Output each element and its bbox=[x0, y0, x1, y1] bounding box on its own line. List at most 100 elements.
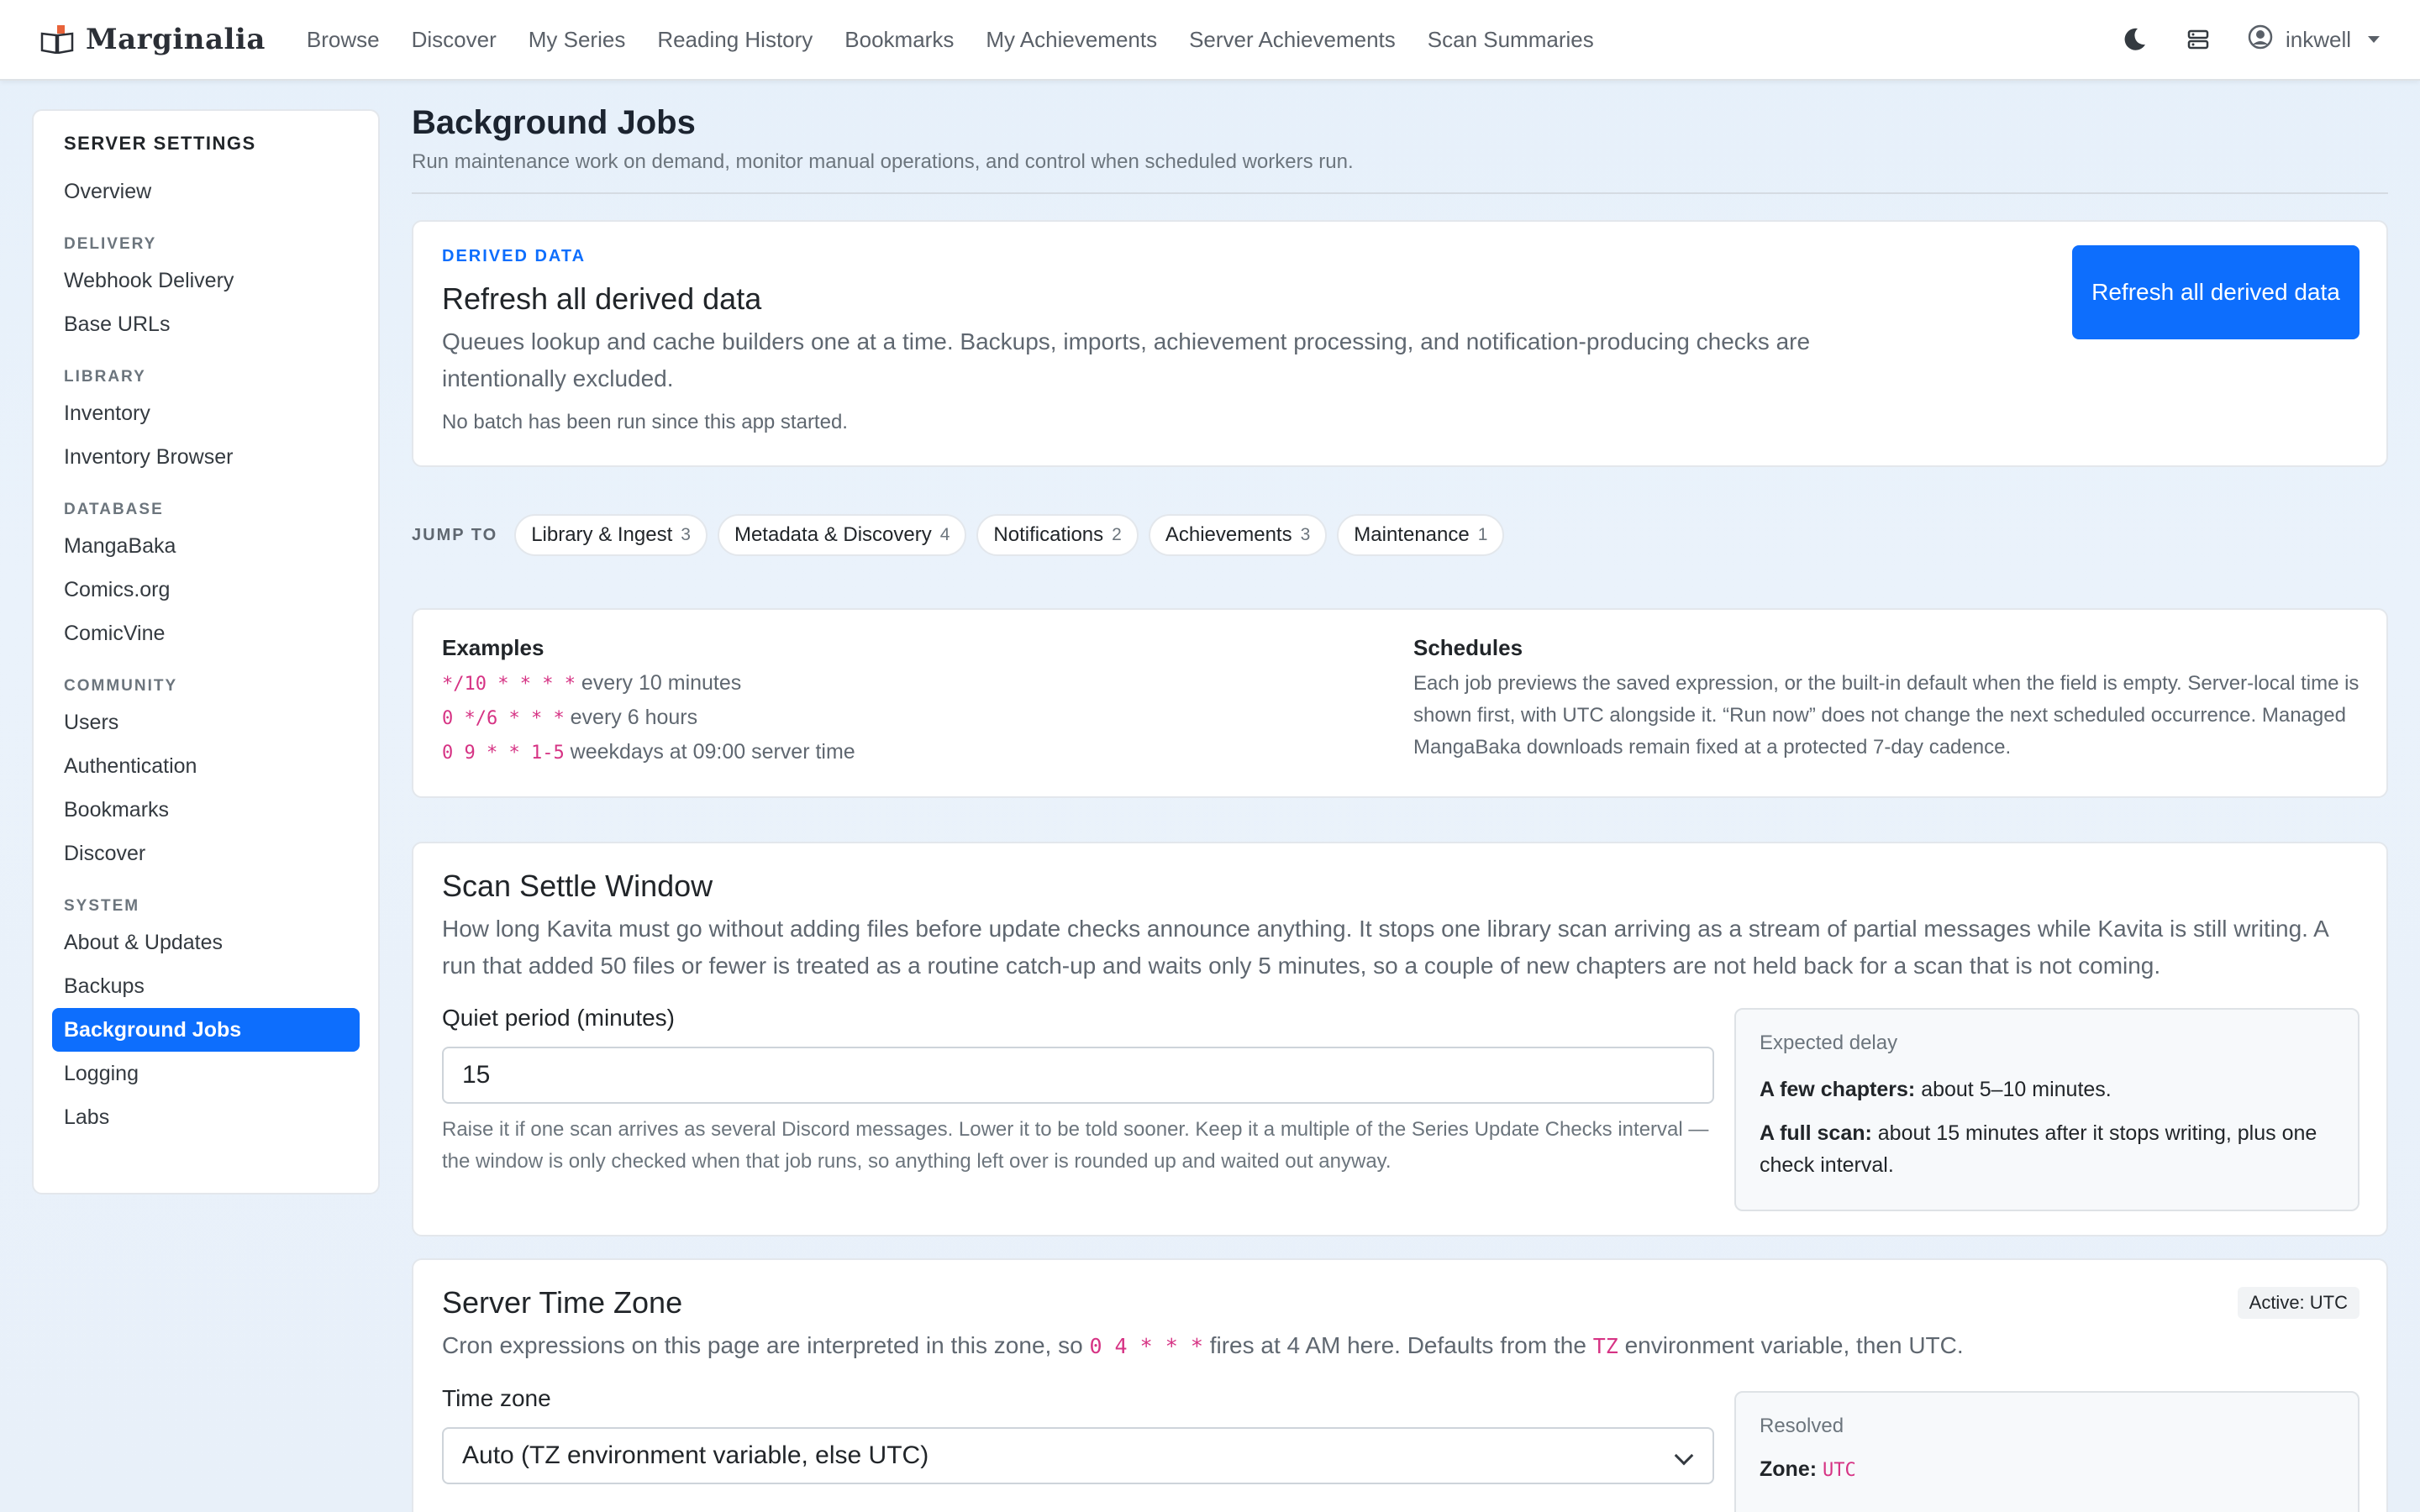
page-subtitle: Run maintenance work on demand, monitor … bbox=[412, 150, 1354, 173]
jump-label: JUMP TO bbox=[412, 525, 498, 544]
nav-reading-history[interactable]: Reading History bbox=[641, 27, 829, 53]
jump-chip-achievements[interactable]: Achievements 3 bbox=[1148, 514, 1328, 556]
sidebar-item-authentication[interactable]: Authentication bbox=[52, 744, 360, 788]
sidebar-item-backups[interactable]: Backups bbox=[52, 964, 360, 1008]
sidebar-item-inventory-browser[interactable]: Inventory Browser bbox=[52, 435, 360, 479]
derived-status: No batch has been run since this app sta… bbox=[442, 411, 848, 433]
user-circle-icon bbox=[2247, 24, 2274, 56]
jump-chip-maintenance[interactable]: Maintenance 1 bbox=[1337, 514, 1505, 556]
cron-code: 0 */6 * * * bbox=[442, 708, 565, 729]
sidebar-title: SERVER SETTINGS bbox=[64, 133, 256, 154]
chip-label: Metadata & Discovery bbox=[734, 523, 932, 546]
chip-count: 4 bbox=[939, 525, 950, 544]
sidebar-item-background-jobs[interactable]: Background Jobs bbox=[52, 1008, 360, 1052]
timezone-heading: Server Time Zone bbox=[442, 1285, 683, 1320]
cron-desc: every 6 hours bbox=[570, 706, 698, 729]
main-content: Background Jobs Run maintenance work on … bbox=[412, 104, 2388, 1512]
jump-chip-metadata-discovery[interactable]: Metadata & Discovery 4 bbox=[717, 514, 967, 556]
settle-heading: Scan Settle Window bbox=[442, 869, 713, 903]
resolved-heading: Resolved bbox=[1760, 1415, 1844, 1437]
sidebar-section-library: LIBRARY bbox=[64, 368, 146, 386]
schedules-column: Schedules Each job previews the saved ex… bbox=[1413, 635, 2363, 764]
sidebar-item-labs[interactable]: Labs bbox=[52, 1095, 360, 1139]
derived-eyebrow: DERIVED DATA bbox=[442, 247, 587, 265]
sidebar-item-logging[interactable]: Logging bbox=[52, 1052, 360, 1095]
book-logo-icon bbox=[40, 25, 74, 55]
sidebar-item-base-urls[interactable]: Base URLs bbox=[52, 302, 360, 346]
cron-help-card: Examples */10 * * * * every 10 minutes 0… bbox=[412, 608, 2388, 798]
sidebar-item-discover[interactable]: Discover bbox=[52, 832, 360, 875]
chip-label: Achievements bbox=[1165, 523, 1292, 546]
quiet-period-input[interactable]: 15 bbox=[442, 1047, 1714, 1104]
example-row: 0 9 * * 1-5 weekdays at 09:00 server tim… bbox=[442, 740, 1366, 764]
tz-desc-code: 0 4 * * * bbox=[1089, 1334, 1203, 1358]
tz-desc-text: environment variable, then UTC. bbox=[1624, 1332, 1964, 1358]
derived-heading: Refresh all derived data bbox=[442, 281, 762, 316]
settle-description: How long Kavita must go without adding f… bbox=[442, 916, 2328, 979]
nav-bookmarks[interactable]: Bookmarks bbox=[829, 27, 970, 53]
schedules-text: Each job previews the saved expression, … bbox=[1413, 672, 2360, 759]
chip-count: 2 bbox=[1112, 525, 1122, 544]
nav-server-achievements[interactable]: Server Achievements bbox=[1173, 27, 1412, 53]
chip-count: 3 bbox=[1300, 525, 1311, 544]
cron-code: 0 9 * * 1-5 bbox=[442, 743, 565, 764]
username: inkwell bbox=[2285, 26, 2351, 52]
jump-to-bar: JUMP TO Library & Ingest 3 Metadata & Dis… bbox=[412, 514, 1505, 556]
quiet-period-help: Raise it if one scan arrives as several … bbox=[442, 1118, 1709, 1173]
expected-delay-box: Expected delay A few chapters: about 5–1… bbox=[1734, 1008, 2360, 1211]
nav-scan-summaries[interactable]: Scan Summaries bbox=[1412, 27, 1610, 53]
sidebar-item-inventory[interactable]: Inventory bbox=[52, 391, 360, 435]
nav-my-series[interactable]: My Series bbox=[513, 27, 642, 53]
expected-delay-heading: Expected delay bbox=[1760, 1032, 1898, 1054]
sidebar-section-system: SYSTEM bbox=[64, 897, 140, 915]
nav-browse[interactable]: Browse bbox=[291, 27, 396, 53]
zone-value: UTC bbox=[1823, 1460, 1856, 1481]
sidebar-item-overview[interactable]: Overview bbox=[52, 170, 360, 213]
derived-data-card: DERIVED DATA Refresh all derived data Qu… bbox=[412, 220, 2388, 467]
timezone-select[interactable]: Auto (TZ environment variable, else UTC) bbox=[442, 1427, 1714, 1484]
server-icon[interactable] bbox=[2183, 24, 2213, 55]
few-chapters-text: about 5–10 minutes. bbox=[1921, 1078, 2112, 1101]
tz-env-code: TZ bbox=[1592, 1334, 1618, 1358]
chevron-down-icon bbox=[1674, 1446, 1694, 1466]
refresh-all-derived-button[interactable]: Refresh all derived data bbox=[2072, 245, 2360, 339]
cron-desc: every 10 minutes bbox=[581, 671, 742, 695]
chip-label: Notifications bbox=[993, 523, 1104, 546]
active-timezone-badge: Active: UTC bbox=[2237, 1287, 2360, 1319]
header-divider bbox=[412, 192, 2388, 194]
chip-label: Library & Ingest bbox=[531, 523, 673, 546]
page-title: Background Jobs bbox=[412, 104, 696, 141]
schedules-heading: Schedules bbox=[1413, 635, 1523, 660]
jump-chip-notifications[interactable]: Notifications 2 bbox=[976, 514, 1139, 556]
sidebar-item-comics-org[interactable]: Comics.org bbox=[52, 568, 360, 612]
example-row: 0 */6 * * * every 6 hours bbox=[442, 706, 1366, 730]
nav-my-achievements[interactable]: My Achievements bbox=[970, 27, 1173, 53]
zone-label: Zone: bbox=[1760, 1457, 1818, 1481]
sidebar-item-mangabaka[interactable]: MangaBaka bbox=[52, 524, 360, 568]
jump-chip-library-ingest[interactable]: Library & Ingest 3 bbox=[514, 514, 708, 556]
brand-name: Marginalia bbox=[86, 23, 266, 56]
few-chapters-line: A few chapters: about 5–10 minutes. bbox=[1760, 1074, 2334, 1105]
scan-settle-card: Scan Settle Window How long Kavita must … bbox=[412, 842, 2388, 1236]
few-chapters-label: A few chapters: bbox=[1760, 1078, 1916, 1101]
dark-mode-moon-icon[interactable] bbox=[2119, 24, 2149, 55]
example-row: */10 * * * * every 10 minutes bbox=[442, 671, 1366, 696]
derived-description: Queues lookup and cache builders one at … bbox=[442, 328, 1811, 391]
sidebar-item-bookmarks[interactable]: Bookmarks bbox=[52, 788, 360, 832]
sidebar-item-about-updates[interactable]: About & Updates bbox=[52, 921, 360, 964]
user-menu[interactable]: inkwell bbox=[2247, 24, 2380, 56]
nav-discover[interactable]: Discover bbox=[396, 27, 513, 53]
timezone-description: Cron expressions on this page are interp… bbox=[442, 1327, 2358, 1365]
chip-count: 3 bbox=[681, 525, 691, 544]
cron-desc: weekdays at 09:00 server time bbox=[570, 740, 855, 764]
sidebar-item-users[interactable]: Users bbox=[52, 701, 360, 744]
sidebar-item-comicvine[interactable]: ComicVine bbox=[52, 612, 360, 655]
full-scan-line: A full scan: about 15 minutes after it s… bbox=[1760, 1117, 2334, 1181]
timezone-select-value: Auto (TZ environment variable, else UTC) bbox=[462, 1441, 929, 1469]
caret-down-icon bbox=[2368, 36, 2380, 43]
sidebar-item-webhook-delivery[interactable]: Webhook Delivery bbox=[52, 259, 360, 302]
tz-desc-text: fires at 4 AM here. Defaults from the bbox=[1209, 1332, 1586, 1358]
sidebar-section-community: COMMUNITY bbox=[64, 677, 178, 695]
brand[interactable]: Marginalia bbox=[40, 23, 266, 56]
top-navbar: Marginalia Browse Discover My Series Rea… bbox=[0, 0, 2420, 81]
